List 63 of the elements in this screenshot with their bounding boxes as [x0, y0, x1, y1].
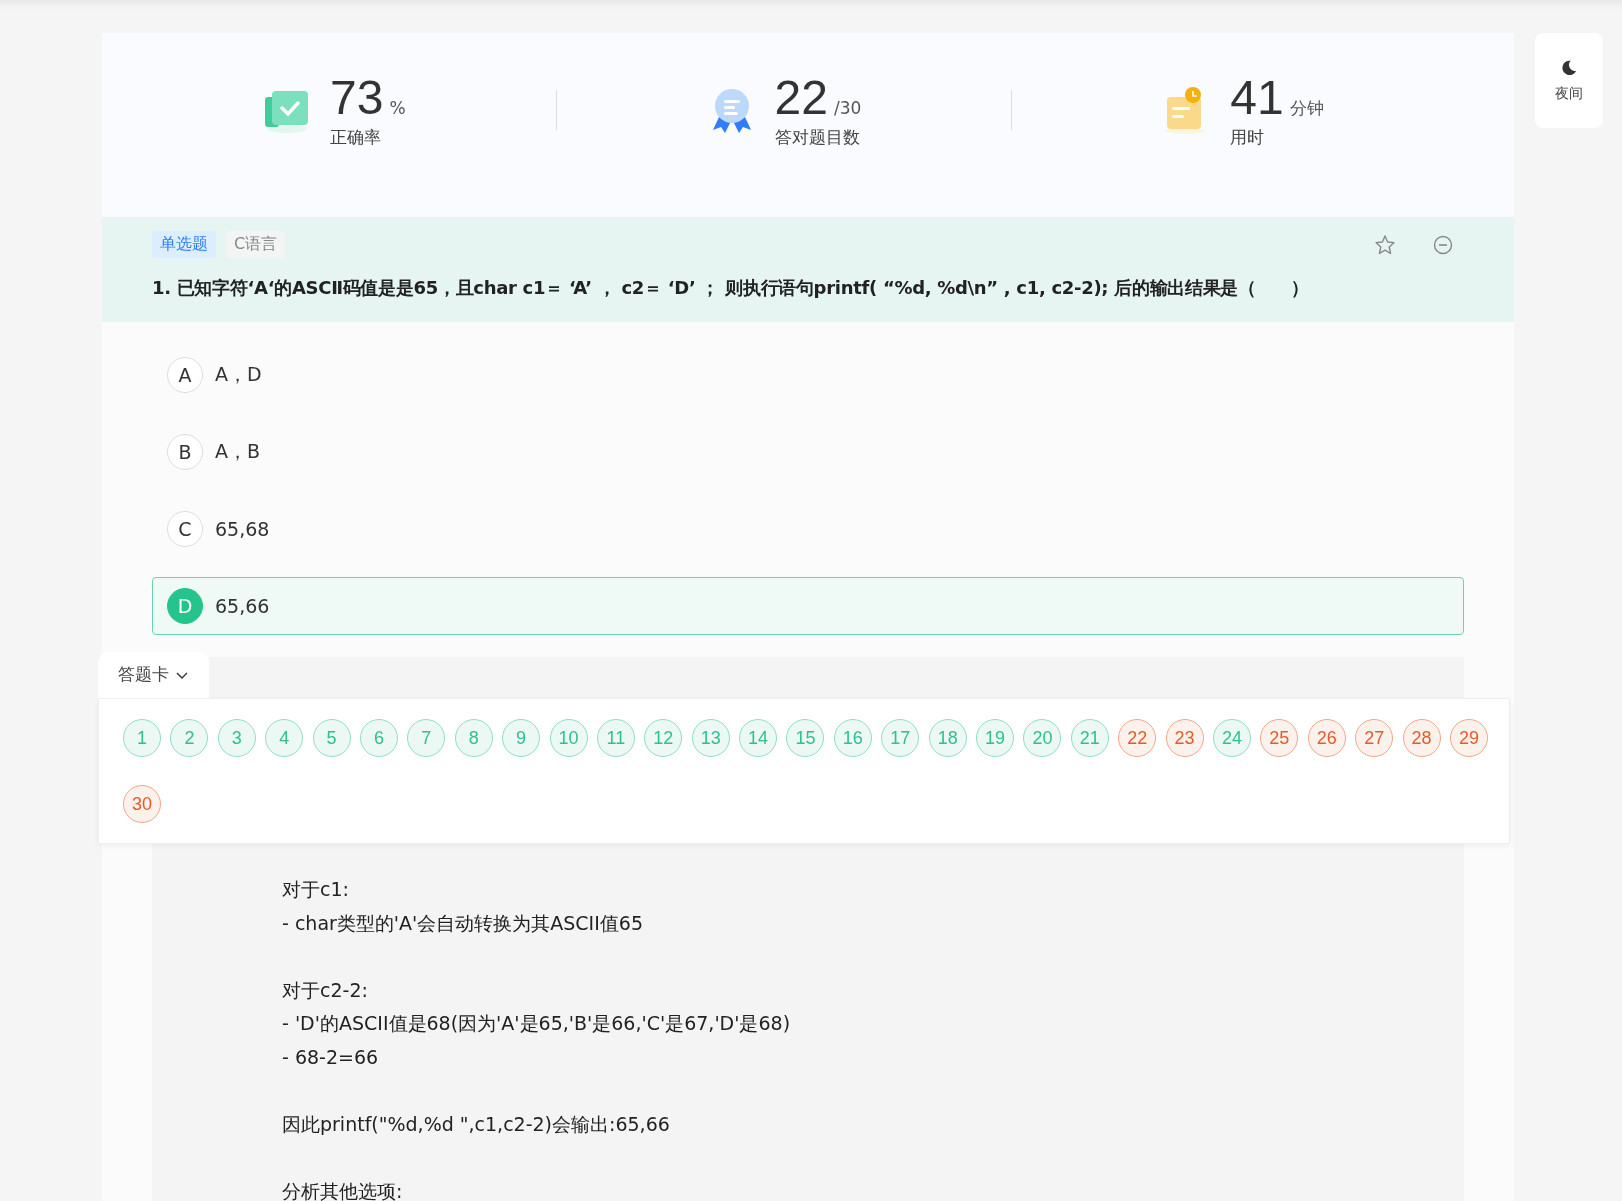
minus-circle-icon[interactable] [1432, 233, 1454, 256]
question-number[interactable]: 5 [312, 719, 351, 757]
answer-option[interactable]: B A，B [152, 423, 1464, 481]
explanation-line: 对于c2-2: [282, 978, 368, 1001]
explanation-line: - char类型的'A'会自动转换为其ASCII值65 [282, 911, 643, 934]
answer-option[interactable]: A A，D [152, 346, 1464, 404]
question-number[interactable]: 23 [1165, 719, 1204, 757]
question-number[interactable]: 21 [1070, 719, 1109, 757]
question-number[interactable]: 15 [786, 719, 825, 757]
question-number[interactable]: 22 [1118, 719, 1157, 757]
question-number[interactable]: 12 [644, 719, 683, 757]
question-number[interactable]: 8 [454, 719, 493, 757]
question-type-tag: 单选题 [152, 231, 216, 258]
question-number[interactable]: 17 [881, 719, 920, 757]
stat-unit: 分钟 [1289, 96, 1324, 120]
explanation-line: 对于c1: [282, 878, 349, 900]
option-letter: A [167, 357, 203, 393]
question-number[interactable]: 26 [1307, 719, 1346, 757]
option-letter: C [167, 511, 203, 547]
stat-unit: /30 [833, 97, 862, 118]
answer-option[interactable]: D 65,66 [152, 577, 1464, 635]
question-number[interactable]: 9 [502, 719, 541, 757]
question-number[interactable]: 10 [549, 719, 588, 757]
answer-option[interactable]: C 65,68 [152, 500, 1464, 558]
question-number[interactable]: 27 [1355, 719, 1394, 757]
stat-label: 用时 [1230, 125, 1266, 149]
explanation-line: 因此printf("%d,%d ",c1,c2-2)会输出:65,66 [282, 1113, 670, 1136]
stat-label: 正确率 [330, 125, 382, 149]
question-number[interactable]: 7 [407, 719, 446, 757]
question-number[interactable]: 4 [265, 719, 304, 757]
question-number[interactable]: 28 [1402, 719, 1441, 757]
moon-icon [1560, 58, 1578, 77]
answer-card-tab[interactable]: 答题卡 [98, 652, 209, 698]
question-number[interactable]: 24 [1213, 719, 1251, 757]
question-number[interactable]: 1 [123, 719, 161, 757]
question-number[interactable]: 13 [691, 719, 730, 757]
question-text: 1. 已知字符‘A‘的ASCⅡ码值是是65，且char c1＝ ‘A’ ， c2＝ ‘D’ ； 则执行语句printf( “%d, %d\n” , c1, c2-2); 后的输出结果是（ ） [152, 276, 1310, 300]
stat-value: 41 [1230, 71, 1284, 124]
question-number[interactable]: 30 [123, 785, 161, 823]
night-mode-label: 夜间 [1555, 84, 1583, 103]
stat-unit: % [389, 97, 406, 118]
subject-tag: C语言 [226, 231, 286, 258]
question-number[interactable]: 29 [1449, 719, 1488, 757]
option-letter: D [167, 588, 203, 624]
explanation-line: - 68-2=66 [282, 1045, 379, 1068]
question-number[interactable]: 18 [928, 719, 967, 757]
star-icon[interactable] [1374, 233, 1396, 256]
night-mode-button[interactable]: 夜间 [1535, 33, 1603, 128]
stat-value: 22 [774, 71, 828, 124]
stat-value: 73 [330, 71, 384, 124]
question-number[interactable]: 2 [170, 719, 209, 757]
question-number[interactable]: 20 [1023, 719, 1062, 757]
explanation-line: - 'D'的ASCII值是68(因为'A'是65,'B'是66,'C'是67,'D'是68) [282, 1012, 791, 1035]
option-letter: B [167, 434, 203, 470]
explanation-line: 分析其他选项: [282, 1180, 403, 1201]
question-number[interactable]: 19 [976, 719, 1015, 757]
question-number[interactable]: 6 [359, 719, 398, 757]
question-number[interactable]: 14 [739, 719, 778, 757]
stat-label: 答对题目数 [774, 125, 861, 149]
question-number[interactable]: 11 [596, 719, 635, 757]
question-number[interactable]: 25 [1260, 719, 1299, 757]
question-number[interactable]: 16 [833, 719, 872, 757]
question-number[interactable]: 3 [217, 719, 256, 757]
